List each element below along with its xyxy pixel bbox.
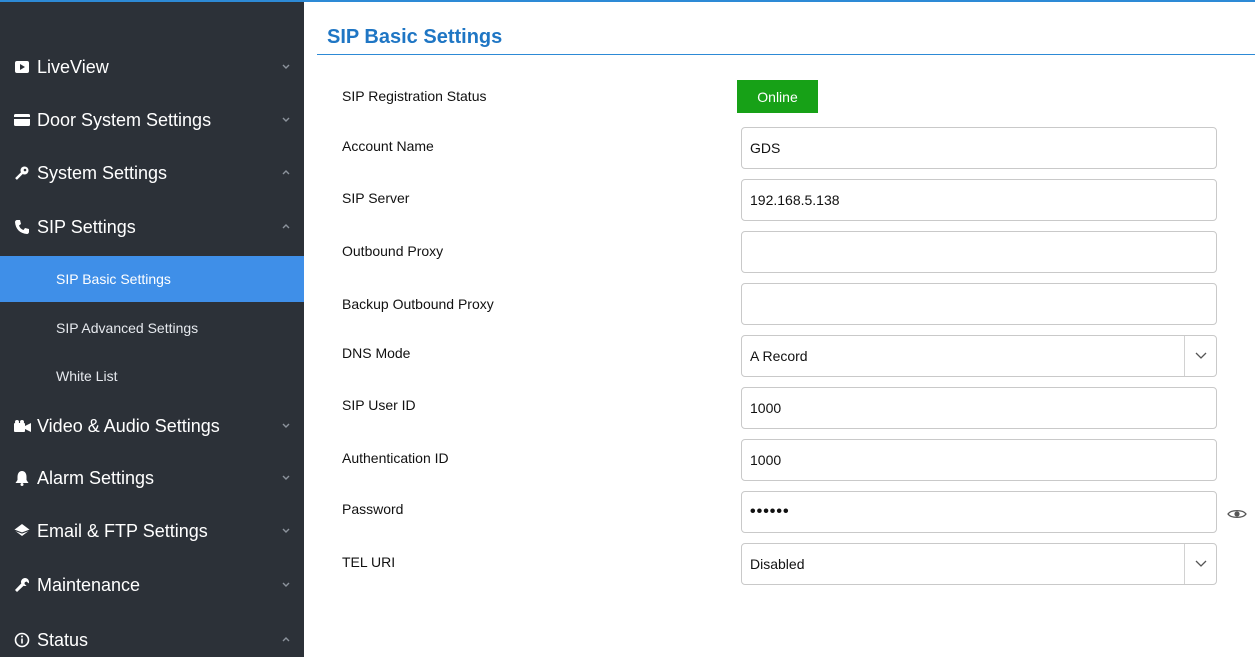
dns-mode-value: A Record [750, 348, 808, 364]
sidebar-subitem-label: White List [56, 368, 118, 384]
sidebar-item-sip-settings[interactable]: SIP Settings [0, 202, 304, 252]
sidebar-item-label: Maintenance [37, 574, 141, 595]
authentication-id-field[interactable]: 1000 [741, 439, 1217, 481]
sidebar-item-label: Alarm Settings [37, 467, 155, 488]
authentication-id-label: Authentication ID [342, 450, 449, 466]
chevron-down-icon [282, 528, 290, 533]
password-label: Password [342, 501, 404, 517]
sidebar-subitem-label: SIP Basic Settings [56, 271, 171, 287]
backup-outbound-proxy-label: Backup Outbound Proxy [342, 296, 494, 312]
page-title: SIP Basic Settings [327, 26, 503, 48]
account-name-value: GDS [750, 140, 781, 156]
dns-mode-select[interactable]: A Record [741, 335, 1217, 377]
key-icon [13, 164, 31, 182]
sidebar-item-video-audio[interactable]: Video & Audio Settings [0, 401, 304, 451]
info-icon [13, 631, 31, 649]
sip-registration-status-label: SIP Registration Status [342, 88, 487, 104]
wrench-icon [13, 576, 31, 594]
sip-user-id-label: SIP User ID [342, 397, 416, 413]
sidebar-subitem-label: SIP Advanced Settings [56, 320, 199, 336]
chevron-up-icon [282, 170, 290, 175]
chevron-down-icon [282, 423, 290, 428]
backup-outbound-proxy-field[interactable] [741, 283, 1217, 325]
sidebar-item-label: Door System Settings [37, 109, 212, 130]
sidebar-item-label: Status [37, 629, 89, 650]
sidebar-item-status[interactable]: Status [0, 615, 304, 665]
tel-uri-label: TEL URI [342, 554, 396, 570]
sidebar: LiveView Door System Settings System Set… [0, 2, 304, 657]
authentication-id-value: 1000 [750, 452, 782, 468]
bell-icon [13, 469, 31, 487]
tel-uri-select[interactable]: Disabled [741, 543, 1217, 585]
account-name-field[interactable]: GDS [741, 127, 1217, 169]
chevron-down-icon [282, 475, 290, 480]
sip-server-field[interactable]: 192.168.5.138 [741, 179, 1217, 221]
chevron-down-icon [282, 64, 290, 69]
sidebar-subitem-sip-basic[interactable]: SIP Basic Settings [0, 256, 304, 302]
sidebar-subitem-sip-advanced[interactable]: SIP Advanced Settings [0, 305, 304, 351]
sidebar-item-liveview[interactable]: LiveView [0, 42, 304, 92]
chevron-down-icon [1184, 544, 1216, 584]
sip-user-id-value: 1000 [750, 400, 782, 416]
sip-user-id-field[interactable]: 1000 [741, 387, 1217, 429]
password-field[interactable]: •••••• [741, 491, 1217, 533]
chevron-up-icon [282, 637, 290, 642]
sidebar-item-label: Email & FTP Settings [37, 520, 208, 541]
sidebar-item-maintenance[interactable]: Maintenance [0, 560, 304, 610]
sidebar-item-label: SIP Settings [37, 216, 136, 237]
camcorder-icon [13, 417, 31, 435]
chevron-down-icon [1184, 336, 1216, 376]
sidebar-subitem-white-list[interactable]: White List [0, 353, 304, 399]
status-badge: Online [737, 80, 818, 113]
chevron-up-icon [282, 224, 290, 229]
sidebar-item-alarm-settings[interactable]: Alarm Settings [0, 453, 304, 503]
account-name-label: Account Name [342, 138, 434, 154]
phone-icon [13, 218, 31, 236]
outbound-proxy-field[interactable] [741, 231, 1217, 273]
outbound-proxy-label: Outbound Proxy [342, 243, 444, 259]
card-icon [13, 111, 31, 129]
chevron-down-icon [282, 582, 290, 587]
sidebar-item-email-ftp[interactable]: Email & FTP Settings [0, 506, 304, 556]
sidebar-item-door-system[interactable]: Door System Settings [0, 95, 304, 145]
eye-icon[interactable] [1226, 506, 1248, 522]
dns-mode-label: DNS Mode [342, 345, 411, 361]
mail-icon [13, 522, 31, 540]
sidebar-item-system-settings[interactable]: System Settings [0, 148, 304, 198]
sidebar-item-label: LiveView [37, 56, 109, 77]
sip-server-label: SIP Server [342, 190, 410, 206]
chevron-down-icon [282, 117, 290, 122]
video-icon [13, 58, 31, 76]
tel-uri-value: Disabled [750, 556, 805, 572]
password-value: •••••• [750, 503, 790, 520]
sip-server-value: 192.168.5.138 [750, 192, 840, 208]
title-divider [317, 54, 1255, 55]
sidebar-item-label: System Settings [37, 162, 168, 183]
sidebar-item-label: Video & Audio Settings [37, 415, 220, 436]
